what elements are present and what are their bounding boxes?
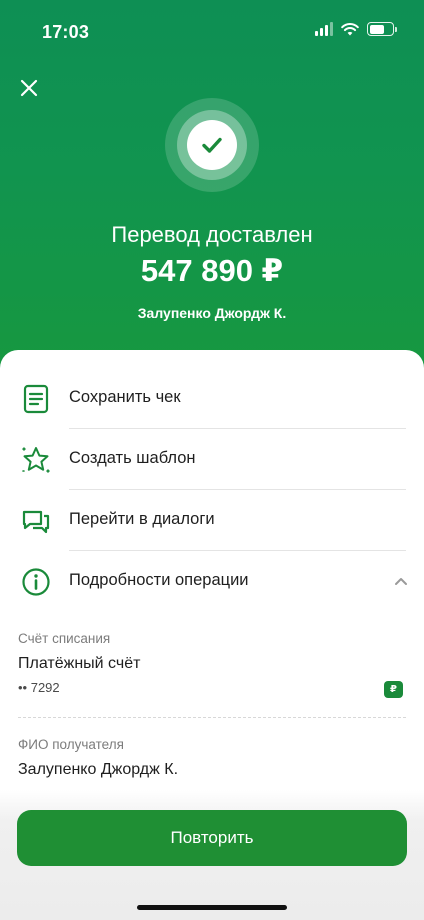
wifi-icon [341,23,359,36]
checkmark-icon [187,120,237,170]
go-to-dialogs-button[interactable]: Перейти в диалоги [0,490,424,551]
status-icons [315,22,397,36]
receipt-icon [23,384,49,414]
save-receipt-label: Сохранить чек [69,388,181,406]
operation-details-toggle[interactable]: Подробности операции [0,551,424,612]
ruble-badge: ₽ [384,681,403,698]
divider [18,717,406,718]
transfer-amount: 547 890 ₽ [140,253,284,288]
debit-account-value: Платёжный счёт [18,655,141,672]
status-time: 17:03 [42,22,90,42]
debit-account-label: Счёт списания [18,631,111,646]
recipient-name-label: ФИО получателя [18,737,124,752]
battery-icon [367,22,397,36]
star-icon [22,447,50,473]
create-template-button[interactable]: Создать шаблон [0,429,424,490]
status-bar: 17:03 [0,0,424,64]
chat-icon [22,510,50,534]
recipient-name: Залупенко Джордж К. [137,305,287,321]
repeat-button[interactable]: Повторить [17,810,407,866]
recipient-name-value: Залупенко Джордж К. [18,761,179,778]
close-icon[interactable] [16,75,42,101]
operation-details-label: Подробности операции [69,571,249,589]
home-indicator [137,905,287,910]
account-number: •• 7292 [18,680,60,695]
cellular-signal-icon [315,22,333,36]
transfer-status-title: Перевод доставлен [111,222,313,247]
save-receipt-button[interactable]: Сохранить чек [0,368,424,429]
create-template-label: Создать шаблон [69,449,196,467]
info-icon [22,568,50,596]
chevron-up-icon [395,578,407,585]
go-to-dialogs-label: Перейти в диалоги [69,510,215,528]
